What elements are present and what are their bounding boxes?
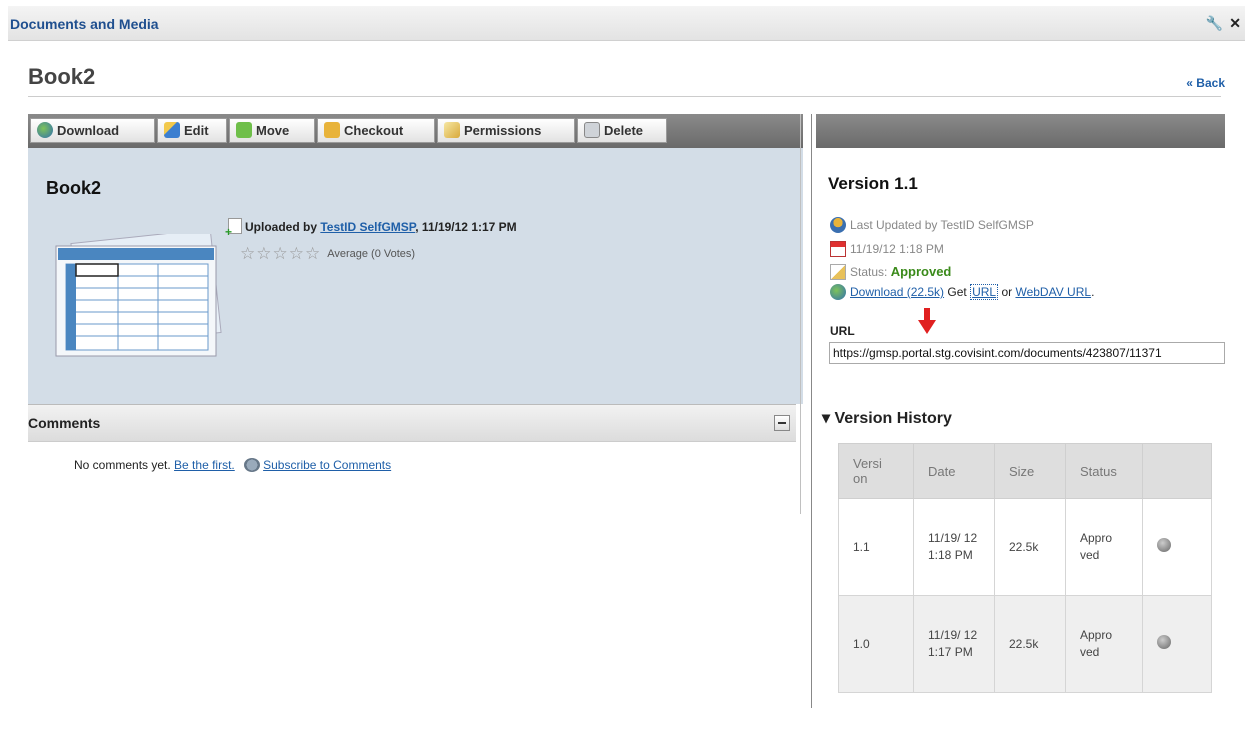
cell-version: 1.1 bbox=[838, 498, 914, 596]
get-text: Get bbox=[947, 285, 967, 299]
edit-label: Edit bbox=[184, 123, 209, 138]
or-text: or bbox=[1001, 285, 1013, 299]
subscribe-icon bbox=[244, 458, 261, 472]
cell-actions bbox=[1142, 498, 1212, 596]
uploader-link[interactable]: TestID SelfGMSP bbox=[320, 220, 415, 234]
spreadsheet-document-icon bbox=[55, 234, 222, 357]
back-link[interactable]: « Back bbox=[1186, 76, 1225, 90]
column-header-size[interactable]: Size bbox=[994, 443, 1066, 499]
status-label: Status: bbox=[850, 265, 891, 279]
cell-actions bbox=[1142, 595, 1212, 693]
edit-button[interactable]: Edit bbox=[157, 118, 227, 143]
checkout-label: Checkout bbox=[344, 123, 404, 138]
red-arrow-down-icon bbox=[918, 308, 936, 334]
delete-button[interactable]: Delete bbox=[577, 118, 667, 143]
download-links: Download (22.5k) Get URL or WebDAV URL. bbox=[830, 284, 1094, 300]
checkout-button[interactable]: Checkout bbox=[317, 118, 435, 143]
comments-empty: No comments yet. Be the first. Subscribe… bbox=[74, 458, 391, 472]
divider bbox=[28, 96, 1221, 97]
user-icon bbox=[830, 217, 846, 233]
table-header-row: Versi on Date Size Status bbox=[838, 443, 1212, 499]
cell-date: 11/19/ 12 1:17 PM bbox=[913, 595, 995, 693]
column-header-actions bbox=[1142, 443, 1212, 499]
actions-menu-icon[interactable] bbox=[1157, 537, 1171, 552]
url-field[interactable] bbox=[829, 342, 1225, 364]
url-label: URL bbox=[830, 324, 855, 338]
column-divider bbox=[800, 114, 801, 514]
upload-prefix: Uploaded by bbox=[245, 220, 321, 234]
download-icon bbox=[830, 284, 846, 300]
last-updated-text: Last Updated by TestID SelfGMSP bbox=[850, 218, 1034, 232]
status-value: Approved bbox=[890, 264, 952, 279]
last-updated: Last Updated by TestID SelfGMSP bbox=[830, 217, 1034, 233]
download-label: Download bbox=[57, 123, 120, 138]
cell-size: 22.5k bbox=[994, 498, 1066, 596]
permissions-button[interactable]: Permissions bbox=[437, 118, 575, 143]
move-icon bbox=[236, 122, 252, 138]
column-divider bbox=[811, 114, 812, 708]
document-panel: Download Edit Move Checkout Permissions … bbox=[28, 114, 803, 404]
edit-icon bbox=[164, 122, 180, 138]
page-title: Book2 bbox=[28, 64, 96, 89]
version-date: 11/19/12 1:18 PM bbox=[830, 241, 944, 257]
table-row: 1.0 11/19/ 12 1:17 PM 22.5k Appro ved bbox=[838, 595, 1212, 693]
close-icon[interactable]: ✕ bbox=[1229, 15, 1241, 31]
column-header-date[interactable]: Date bbox=[913, 443, 995, 499]
download-icon bbox=[37, 122, 53, 138]
document-title: Book2 bbox=[46, 178, 102, 198]
upload-date: , 11/19/12 1:17 PM bbox=[415, 220, 517, 234]
version-status: Status: Approved bbox=[830, 264, 951, 280]
move-button[interactable]: Move bbox=[229, 118, 315, 143]
comments-title: Comments bbox=[28, 415, 101, 431]
cell-status: Appro ved bbox=[1065, 498, 1143, 596]
collapse-button[interactable] bbox=[774, 415, 790, 431]
version-title: Version 1.1 bbox=[828, 174, 918, 193]
rating-text: Average (0 Votes) bbox=[327, 248, 416, 260]
webdav-url-link[interactable]: WebDAV URL bbox=[1015, 285, 1091, 299]
cell-size: 22.5k bbox=[994, 595, 1066, 693]
status-icon bbox=[830, 264, 846, 280]
subscribe-link[interactable]: Subscribe to Comments bbox=[263, 458, 391, 472]
comments-header: Comments bbox=[28, 404, 796, 442]
be-first-link[interactable]: Be the first. bbox=[174, 458, 235, 472]
trash-icon bbox=[584, 122, 600, 138]
rating: ☆☆☆☆☆ Average (0 Votes) bbox=[240, 244, 415, 264]
cell-date: 11/19/ 12 1:18 PM bbox=[913, 498, 995, 596]
cell-status: Appro ved bbox=[1065, 595, 1143, 693]
portlet-titlebar: Documents and Media 🔧 ✕ bbox=[8, 6, 1245, 41]
version-history-label: Version History bbox=[834, 410, 952, 427]
download-button[interactable]: Download bbox=[30, 118, 155, 143]
new-document-icon bbox=[225, 218, 242, 239]
lock-icon bbox=[324, 122, 340, 138]
download-size-link[interactable]: Download (22.5k) bbox=[850, 285, 944, 299]
delete-label: Delete bbox=[604, 123, 644, 138]
version-date-text: 11/19/12 1:18 PM bbox=[850, 242, 944, 256]
move-label: Move bbox=[256, 123, 290, 138]
permissions-icon bbox=[444, 122, 460, 138]
cell-version: 1.0 bbox=[838, 595, 914, 693]
actions-menu-icon[interactable] bbox=[1157, 634, 1171, 649]
star-rating[interactable]: ☆☆☆☆☆ bbox=[240, 244, 321, 263]
version-panel-header bbox=[816, 114, 1225, 148]
calendar-icon bbox=[830, 241, 846, 257]
portlet-title: Documents and Media bbox=[10, 16, 159, 32]
document-toolbar: Download Edit Move Checkout Permissions … bbox=[28, 114, 803, 148]
table-row: 1.1 11/19/ 12 1:18 PM 22.5k Appro ved bbox=[838, 498, 1212, 596]
url-link[interactable]: URL bbox=[970, 284, 999, 300]
upload-info: Uploaded by TestID SelfGMSP, 11/19/12 1:… bbox=[225, 218, 517, 239]
permissions-label: Permissions bbox=[464, 123, 542, 138]
no-comments-text: No comments yet. bbox=[74, 458, 171, 472]
version-history-table: Versi on Date Size Status 1.1 11/19/ 12 … bbox=[838, 443, 1212, 693]
wrench-icon[interactable]: 🔧 bbox=[1206, 15, 1223, 31]
portlet-icons: 🔧 ✕ bbox=[1200, 15, 1241, 32]
documents-media-portlet: Documents and Media 🔧 ✕ Book2 « Back Down… bbox=[8, 0, 1245, 731]
column-header-status[interactable]: Status bbox=[1065, 443, 1143, 499]
version-history-title[interactable]: ▾ Version History bbox=[822, 408, 952, 428]
column-header-version[interactable]: Versi on bbox=[838, 443, 914, 499]
